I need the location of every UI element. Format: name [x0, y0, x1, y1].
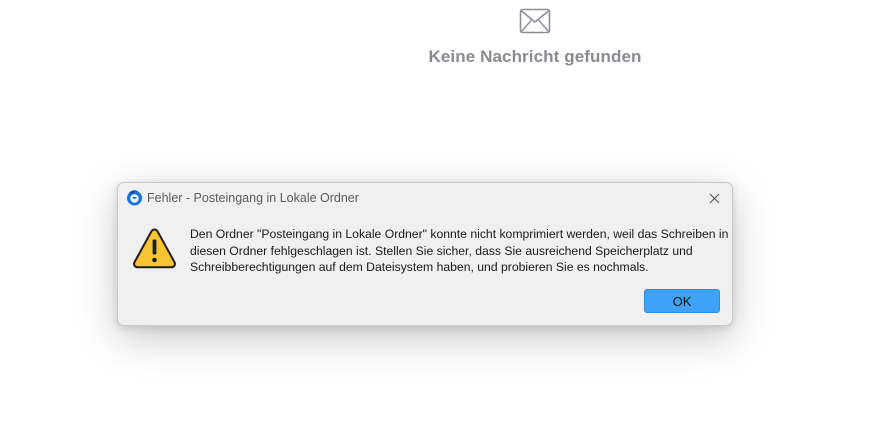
dialog-title: Fehler - Posteingang in Lokale Ordner	[147, 191, 359, 205]
close-icon[interactable]	[709, 193, 720, 204]
error-dialog: Fehler - Posteingang in Lokale Ordner De…	[117, 182, 733, 326]
ok-button[interactable]: OK	[644, 289, 720, 313]
envelope-icon	[519, 8, 551, 34]
thunderbird-icon	[127, 190, 142, 206]
warning-icon	[133, 228, 176, 269]
dialog-message: Den Ordner "Posteingang in Lokale Ordner…	[190, 227, 729, 274]
dialog-titlebar[interactable]: Fehler - Posteingang in Lokale Ordner	[118, 183, 732, 213]
close-button[interactable]	[701, 186, 727, 210]
empty-state-text: Keine Nachricht gefunden	[428, 47, 642, 66]
